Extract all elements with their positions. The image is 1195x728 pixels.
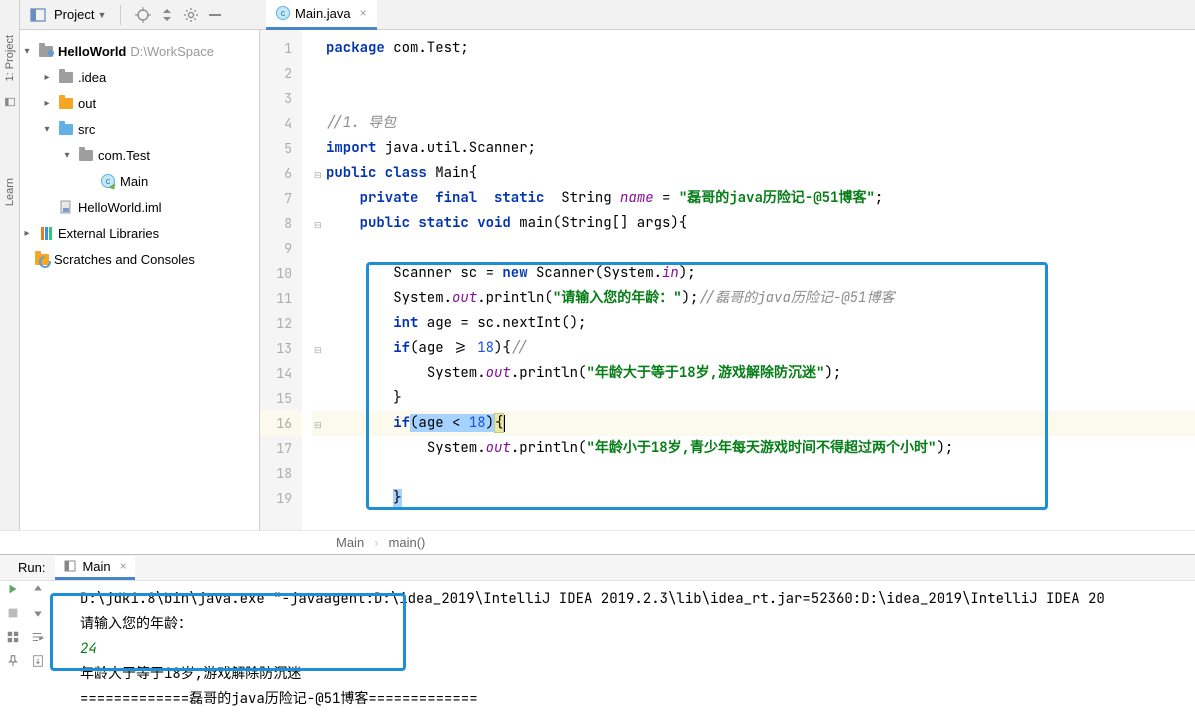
tree-item-out[interactable]: ▸ out <box>20 90 259 116</box>
fold-icon[interactable]: ⊟ <box>314 220 322 228</box>
tree-item-external-libs[interactable]: ▸ External Libraries <box>20 220 259 246</box>
folder-icon <box>59 98 73 109</box>
tree-item-main-class[interactable]: c Main <box>20 168 259 194</box>
line-gutter: 1 2 3 4 5 6 7 8 9 10 11 12 13 14 15 16 1… <box>260 30 312 530</box>
wrap-icon[interactable] <box>30 629 46 645</box>
run-config-icon <box>63 559 77 573</box>
rerun-icon[interactable] <box>5 581 21 597</box>
class-icon: c <box>101 174 115 188</box>
up-icon[interactable] <box>30 581 46 597</box>
tree-item-src[interactable]: ▾ src <box>20 116 259 142</box>
breadcrumb: Main › main() <box>0 530 1195 554</box>
src-folder-icon <box>59 124 73 135</box>
run-tab-main[interactable]: Main × <box>55 556 134 580</box>
fold-icon[interactable]: ⊟ <box>314 345 322 353</box>
library-icon <box>41 227 52 240</box>
chevron-down-icon[interactable]: ▾ <box>20 46 34 57</box>
tree-root[interactable]: ▾ HelloWorld D:\WorkSpace <box>20 38 259 64</box>
left-gutter-tabs: 1: Project Learn <box>0 0 20 530</box>
project-dropdown[interactable]: Project▼ <box>54 7 106 22</box>
target-icon[interactable] <box>135 7 151 23</box>
hide-icon[interactable] <box>207 7 223 23</box>
code-editor[interactable]: 1 2 3 4 5 6 7 8 9 10 11 12 13 14 15 16 1… <box>260 30 1195 530</box>
project-name: HelloWorld <box>58 44 126 59</box>
annotation-box <box>50 593 406 671</box>
tree-item-iml[interactable]: HelloWorld.iml <box>20 194 259 220</box>
class-icon: c <box>276 6 290 20</box>
close-icon[interactable]: × <box>120 559 127 573</box>
package-icon <box>79 150 93 161</box>
scroll-icon[interactable] <box>30 653 46 669</box>
layout-icon[interactable] <box>5 629 21 645</box>
fold-icon[interactable]: ⊟ <box>314 420 322 428</box>
project-tree: ▾ HelloWorld D:\WorkSpace ▸ .idea ▸ out … <box>0 30 260 530</box>
side-tab-project[interactable]: 1: Project <box>4 35 16 81</box>
chevron-right-icon[interactable]: ▸ <box>40 72 54 83</box>
tree-item-package[interactable]: ▾ com.Test <box>20 142 259 168</box>
tree-item-idea[interactable]: ▸ .idea <box>20 64 259 90</box>
run-panel: Run: Main × D:\jdk1.8\bin\java.exe "-jav… <box>0 554 1195 728</box>
side-tab-learn[interactable]: Learn <box>4 178 16 206</box>
module-folder-icon <box>39 46 53 57</box>
code-content[interactable]: package com.Test; //1. 导包 import java.ut… <box>326 30 1195 530</box>
iml-file-icon <box>58 200 74 214</box>
stop-icon[interactable] <box>5 605 21 621</box>
expand-all-icon[interactable] <box>159 7 175 23</box>
editor-tabbar: c Main.java × <box>260 0 377 30</box>
console-output[interactable]: D:\jdk1.8\bin\java.exe "-javaagent:D:\id… <box>50 581 1195 728</box>
chevron-right-icon[interactable]: ▸ <box>20 228 34 239</box>
close-icon[interactable]: × <box>360 6 367 20</box>
tree-item-scratches[interactable]: Scratches and Consoles <box>20 246 259 272</box>
annotation-box <box>366 262 1048 510</box>
chevron-down-icon[interactable]: ▾ <box>60 150 74 161</box>
run-label: Run: <box>18 560 45 575</box>
chevron-down-icon[interactable]: ▾ <box>40 124 54 135</box>
folder-icon <box>59 72 73 83</box>
pin-icon[interactable] <box>5 653 21 669</box>
breadcrumb-class[interactable]: Main <box>336 535 364 550</box>
console-out2: =============磊哥的java历险记-@51博客===========… <box>80 687 1195 712</box>
project-panel-icon[interactable] <box>30 7 46 23</box>
down-icon[interactable] <box>30 605 46 621</box>
editor-tab-main[interactable]: c Main.java × <box>266 0 377 30</box>
tab-filename: Main.java <box>295 6 351 21</box>
fold-column: ⊟ ⊟ ⊟ ⊟ <box>312 30 326 530</box>
project-path: D:\WorkSpace <box>130 44 214 59</box>
scratch-folder-icon <box>35 254 49 265</box>
top-toolbar: Project▼ c Main.java × <box>0 0 1195 30</box>
gear-icon[interactable] <box>183 7 199 23</box>
breadcrumb-method[interactable]: main() <box>389 535 426 550</box>
fold-icon[interactable]: ⊟ <box>314 170 322 178</box>
chevron-right-icon[interactable]: ▸ <box>40 98 54 109</box>
